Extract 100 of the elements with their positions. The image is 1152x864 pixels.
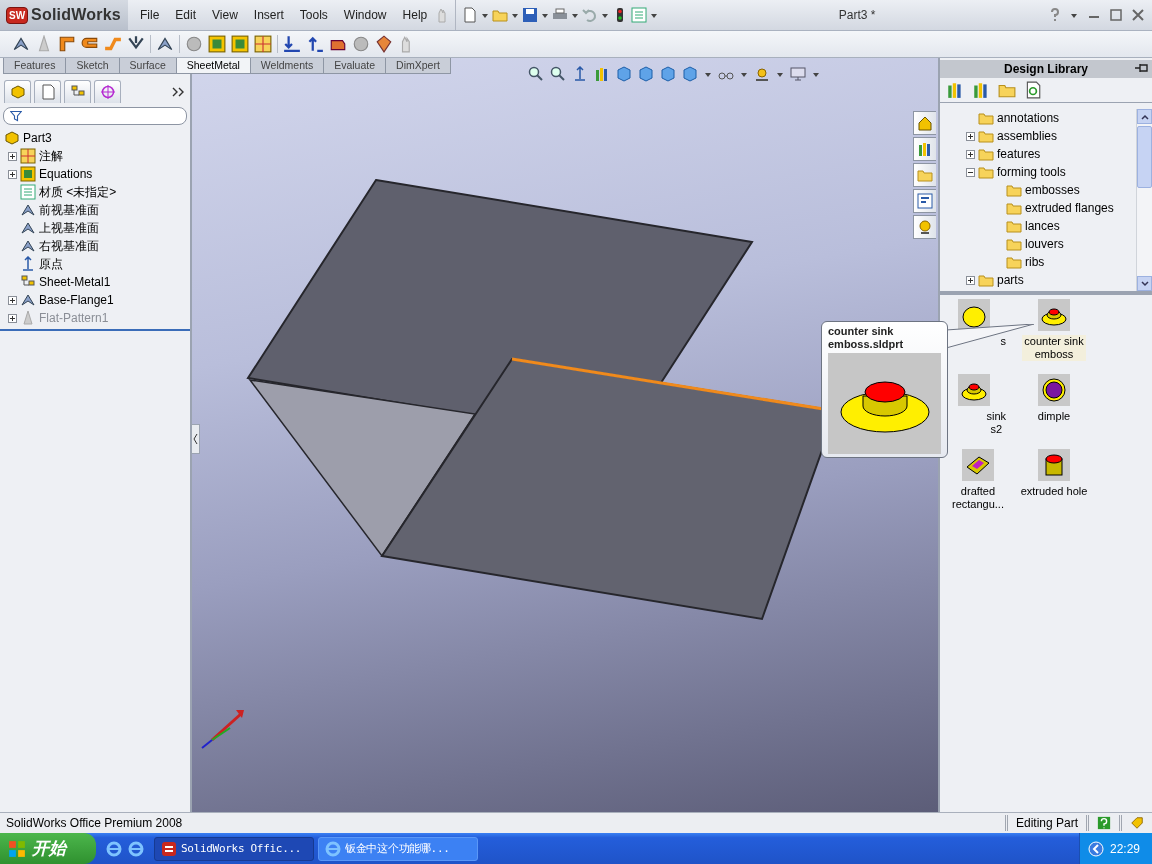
taskbar-button[interactable]: 钣金中这个功能哪... [318,836,478,861]
new-document-icon[interactable] [462,7,479,23]
taskbar-button[interactable]: SolidWorks Offic... [154,836,314,861]
tree-item[interactable]: annotations [997,111,1060,125]
tree-item[interactable]: lances [1025,219,1060,233]
command-tab[interactable]: Features [3,58,67,74]
dome-icon[interactable] [958,299,990,331]
down-arrow-icon[interactable] [283,35,301,53]
expand-toggle[interactable] [8,169,17,179]
property-tab[interactable] [34,80,61,103]
expand-toggle[interactable] [8,151,17,161]
library-item-label[interactable]: s [998,335,1008,348]
browser-icon[interactable] [106,840,122,857]
menu-item[interactable]: File [132,8,168,22]
caret-icon[interactable] [481,11,490,19]
tree-item[interactable]: 材质 <未指定> [39,183,117,201]
books-icon[interactable] [972,81,990,99]
menu-item[interactable]: Insert [245,8,292,22]
tree-item[interactable]: 右视基准面 [39,237,99,255]
dimple-icon[interactable] [1038,374,1070,406]
scrollbar[interactable] [1136,109,1152,291]
expand-toggle[interactable] [966,275,975,285]
help-icon[interactable] [1050,8,1060,22]
tree-item[interactable]: forming tools [997,165,1066,179]
close-icon[interactable] [1132,9,1144,21]
explorer-tab[interactable] [913,163,936,187]
hole-icon[interactable] [185,35,203,53]
tree-item[interactable]: 上视基准面 [39,219,99,237]
drafted-rectangle-icon[interactable] [962,449,994,481]
expand-toggle[interactable] [966,167,975,177]
gem-icon[interactable] [375,35,393,53]
palette-tab[interactable] [913,189,936,213]
checklist-icon[interactable] [631,7,648,23]
command-tab[interactable]: DimXpert [385,58,451,74]
caret-icon[interactable] [601,11,610,19]
cube-icon[interactable] [660,66,676,82]
library-item-label[interactable]: extruded hole [1018,485,1090,498]
expand-toggle[interactable] [966,131,975,141]
library-item-label[interactable]: dimple [1035,410,1073,423]
configuration-tab[interactable] [64,80,91,103]
expand-toggle[interactable] [966,149,975,159]
caret-icon[interactable] [776,70,784,78]
axis-icon[interactable] [572,66,588,82]
panel-collapse-handle[interactable] [192,424,200,454]
zoom-icon[interactable] [550,66,566,82]
caret-icon[interactable] [812,70,820,78]
feature-tree-tab[interactable] [4,80,31,103]
home-tab[interactable] [913,111,936,135]
library-item-label[interactable]: drafted rectangu... [950,485,1006,511]
tree-item[interactable]: extruded flanges [1025,201,1114,215]
help-icon[interactable] [1097,816,1111,830]
caret-icon[interactable] [511,11,520,19]
pin-icon[interactable] [1134,62,1148,74]
refresh-icon[interactable] [1024,81,1042,99]
tree-item[interactable]: Equations [39,167,93,181]
command-tab[interactable]: Surface [118,58,177,74]
square-block-icon[interactable] [231,35,249,53]
library-item-label[interactable]: sink s2 [984,410,1008,436]
up-arrow-icon[interactable] [306,35,324,53]
tree-item[interactable]: Part3 [23,131,52,145]
caret-icon[interactable] [541,11,550,19]
appearance-tab[interactable] [913,215,936,239]
command-tab[interactable]: SheetMetal [175,58,251,74]
cube-icon[interactable] [638,66,654,82]
tree-item[interactable]: assemblies [997,129,1058,143]
command-tab[interactable]: Evaluate [323,58,387,74]
monitor-icon[interactable] [790,66,806,82]
extruded-hole-icon[interactable] [1038,449,1070,481]
caret-icon[interactable] [1070,11,1078,19]
books-icon[interactable] [594,66,610,82]
tree-item[interactable]: 原点 [39,255,63,273]
command-tab[interactable]: Sketch [65,58,120,74]
grid-icon[interactable] [254,35,272,53]
countersink-emboss-icon[interactable] [958,374,990,406]
filter-field[interactable] [3,107,187,125]
tree-item[interactable]: louvers [1025,237,1064,251]
caret-icon[interactable] [704,70,712,78]
tree-item[interactable]: Sheet-Metal1 [39,275,111,289]
zoom-icon[interactable] [528,66,544,82]
tree-item[interactable]: 前视基准面 [39,201,99,219]
tree-item[interactable]: 注解 [39,147,63,165]
menu-item[interactable]: View [204,8,246,22]
menu-item[interactable]: Help [394,8,436,22]
tag-icon[interactable] [1130,816,1144,830]
maximize-icon[interactable] [1110,9,1122,21]
lightbulb-icon[interactable] [754,66,770,82]
expand-toggle[interactable] [8,313,17,323]
expand-toggle[interactable] [8,295,17,305]
tree-item[interactable]: Base-Flange1 [39,293,114,307]
square-block-icon[interactable] [208,35,226,53]
cube-icon[interactable] [682,66,698,82]
disc-icon[interactable] [352,35,370,53]
menu-item[interactable]: Tools [291,8,336,22]
countersink-emboss-icon[interactable] [1038,299,1070,331]
tree-item[interactable]: ribs [1025,255,1045,269]
browser-icon[interactable] [128,840,144,857]
save-icon[interactable] [522,7,539,23]
caret-icon[interactable] [740,70,748,78]
menu-item[interactable]: Edit [167,8,205,22]
tree-item[interactable]: features [997,147,1041,161]
